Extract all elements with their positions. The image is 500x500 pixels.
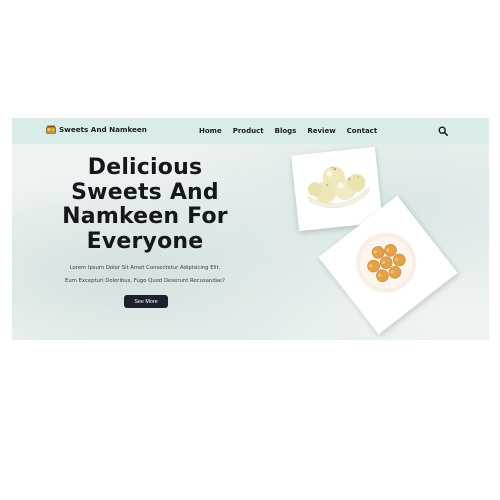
nav-link-contact[interactable]: Contact (347, 127, 378, 135)
see-more-button[interactable]: See More (124, 295, 168, 308)
brand[interactable]: Sweets And Namkeen (46, 125, 147, 134)
hero-title-line: Everyone (86, 228, 204, 254)
hero-description-line: Eum Excepturi Doloribus, Fugo Quod Deser… (65, 278, 225, 284)
brand-name: Sweets And Namkeen (59, 125, 147, 134)
hero-title: Delicious Sweets And Namkeen For Everyon… (50, 155, 240, 254)
hero-description: Lorem Ipsum Dolor Sit Amet Consectetur A… (40, 262, 250, 288)
nav-links: Home Product Blogs Review Contact (199, 127, 377, 135)
navbar: Sweets And Namkeen Home Product Blogs Re… (12, 118, 489, 144)
landing-page: Sweets And Namkeen Home Product Blogs Re… (12, 118, 489, 340)
sweets-box-icon (46, 125, 56, 134)
hero-title-line: Delicious (87, 155, 203, 180)
search-icon[interactable] (438, 126, 448, 136)
rasgulla-photo (297, 153, 376, 215)
nav-link-home[interactable]: Home (199, 127, 222, 135)
hero-title-line: Sweets And (71, 179, 219, 205)
nav-link-product[interactable]: Product (233, 127, 264, 135)
nav-link-blogs[interactable]: Blogs (275, 127, 297, 135)
hero-title-line: Namkeen For (62, 204, 228, 229)
hero-description-line: Lorem Ipsum Dolor Sit Amet Consectetur A… (69, 265, 221, 271)
nav-link-review[interactable]: Review (307, 127, 335, 135)
